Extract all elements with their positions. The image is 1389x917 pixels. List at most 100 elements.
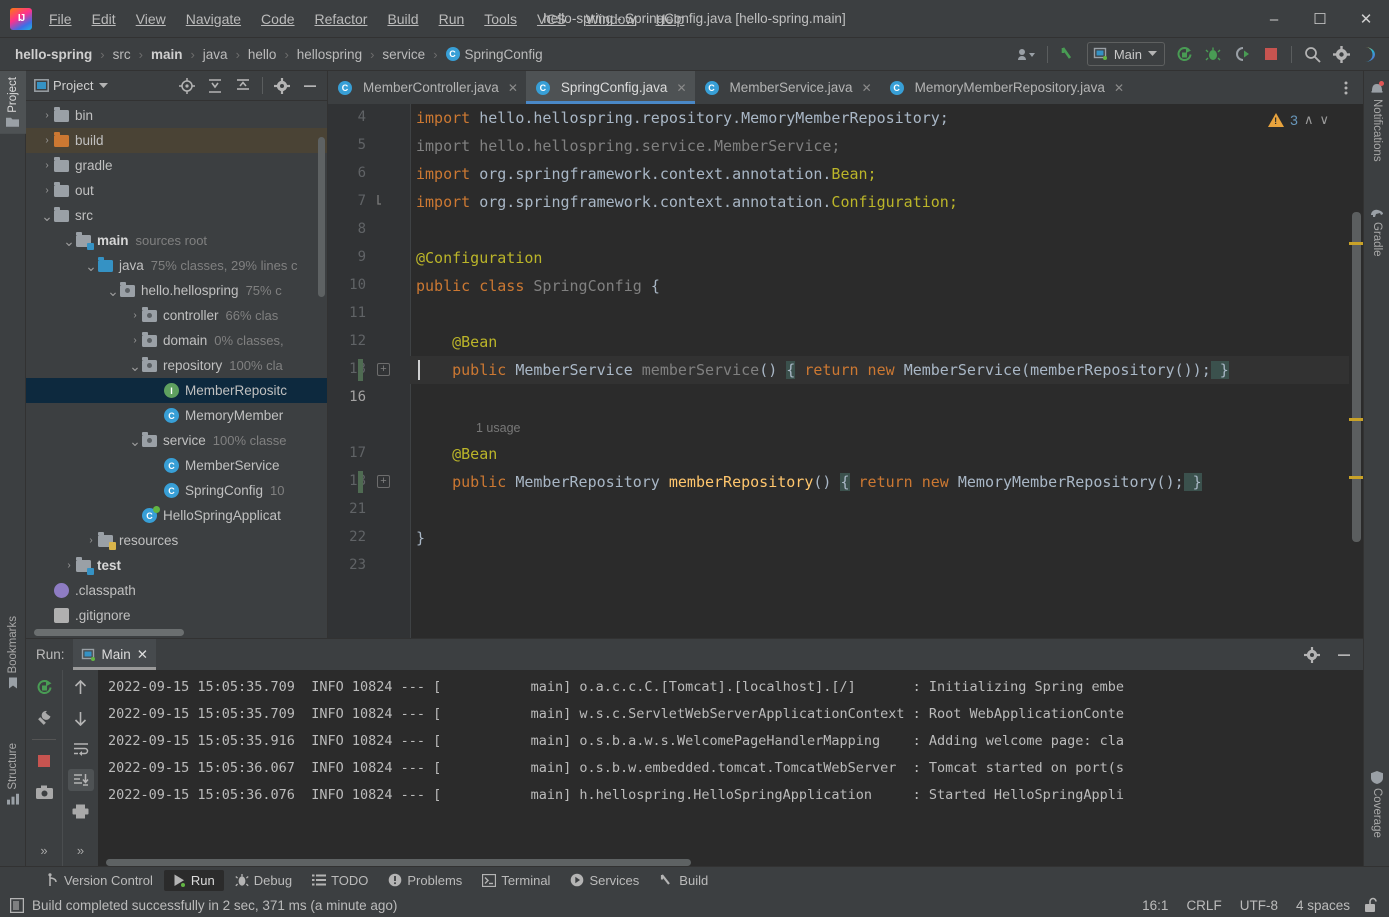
sidebar-item-coverage[interactable]: Coverage [1364,765,1389,844]
soft-wrap-icon[interactable] [68,738,94,760]
chevron-down-icon[interactable]: ⌄ [128,359,142,373]
editor-scrollbar-column[interactable] [1349,104,1363,638]
tree-vertical-scrollbar[interactable] [318,137,325,297]
run-tab-close-icon[interactable]: ✕ [137,647,148,663]
tree-horizontal-scrollbar[interactable] [34,629,184,636]
code-editor[interactable]: 45678910111213+161718+212223 import hell… [328,104,1363,638]
warning-marker[interactable] [1349,242,1363,245]
tree-row[interactable]: › bin [26,103,327,128]
tree-row[interactable]: ⌄ java 75% classes, 29% lines c [26,253,327,278]
chevron-down-icon[interactable]: ⌄ [62,234,76,248]
file-encoding[interactable]: UTF-8 [1240,898,1278,913]
menu-refactor[interactable]: Refactor [306,7,377,31]
code-content[interactable]: import hello.hellospring.repository.Memo… [410,104,1363,638]
tab-springconfig[interactable]: C SpringConfig.java ✕ [525,71,695,104]
user-avatar-icon[interactable] [1014,42,1040,66]
indent-setting[interactable]: 4 spaces [1296,898,1350,913]
toolwindow-version-control[interactable]: Version Control [38,870,162,891]
tree-row[interactable]: ⌄ repository 100% cla [26,353,327,378]
menu-run[interactable]: Run [430,7,474,31]
tree-row[interactable]: C SpringConfig 10 [26,478,327,503]
chevron-right-icon[interactable]: › [84,535,98,546]
settings-gear-icon[interactable] [1328,42,1354,66]
project-tree[interactable]: › bin › build › gradle › out ⌄ src ⌄ main sources ro… [26,101,327,638]
minimize-button[interactable]: – [1251,0,1297,38]
toolwindow-problems[interactable]: Problems [379,870,471,891]
code-line[interactable]: public MemberService memberService() { r… [416,356,1229,384]
menu-help[interactable]: Help [647,7,694,31]
tab-memberservice[interactable]: C MemberService.java ✕ [695,71,880,104]
menu-file[interactable]: File [40,7,81,31]
menu-tools[interactable]: Tools [475,7,526,31]
scroll-up-icon[interactable] [68,676,94,698]
previous-problem-icon[interactable]: ∧ [1304,112,1314,128]
toolwindow-run[interactable]: Run [163,869,224,891]
menu-navigate[interactable]: Navigate [177,7,250,31]
menu-edit[interactable]: Edit [83,7,125,31]
sidebar-item-structure[interactable]: Structure [0,737,26,811]
more-actions-icon[interactable]: » [31,839,57,861]
tab-more-options-icon[interactable] [1333,76,1359,100]
usage-hint[interactable]: 1 usage [476,414,520,442]
code-line[interactable]: import org.springframework.context.annot… [416,188,958,216]
run-icon[interactable] [1171,42,1197,66]
toolwindow-build[interactable]: Build [650,870,717,891]
ide-assistant-icon[interactable] [1357,42,1383,66]
tab-memorymemberrepository[interactable]: C MemoryMemberRepository.java ✕ [880,71,1132,104]
fold-expand-icon[interactable]: + [377,363,390,376]
hide-panel-icon[interactable] [297,74,323,98]
toolwindow-terminal[interactable]: Terminal [473,870,559,891]
fold-expand-icon[interactable]: + [377,475,390,488]
tree-row[interactable]: › out [26,178,327,203]
search-everywhere-icon[interactable] [1299,42,1325,66]
sidebar-item-notifications[interactable]: Notifications [1364,75,1389,168]
camera-snapshot-icon[interactable] [31,781,57,803]
tab-close-icon[interactable]: ✕ [508,81,518,95]
next-problem-icon[interactable]: ∨ [1319,112,1329,128]
expand-all-icon[interactable] [202,74,228,98]
stop-icon[interactable] [31,750,57,772]
chevron-down-icon[interactable]: ⌄ [40,209,54,223]
tree-row[interactable]: C HelloSpringApplicat [26,503,327,528]
line-separator[interactable]: CRLF [1186,898,1221,913]
menu-code[interactable]: Code [252,7,303,31]
hide-panel-icon[interactable] [1331,643,1357,667]
tree-row[interactable]: › test [26,553,327,578]
event-log-icon[interactable] [10,897,24,913]
maximize-button[interactable]: ☐ [1297,0,1343,38]
warning-marker[interactable] [1349,418,1363,421]
stop-icon[interactable] [1258,42,1284,66]
caret-position[interactable]: 16:1 [1142,898,1168,913]
settings-gear-icon[interactable] [269,74,295,98]
code-line[interactable]: @Bean [416,440,497,468]
run-tab-main[interactable]: Main ✕ [72,639,157,670]
scroll-down-icon[interactable] [68,707,94,729]
tree-row[interactable]: ⌄ service 100% classe [26,428,327,453]
settings-gear-icon[interactable] [1299,643,1325,667]
collapse-all-icon[interactable] [230,74,256,98]
breadcrumb-java[interactable]: java [200,47,231,62]
chevron-down-icon[interactable]: ⌄ [84,259,98,273]
chevron-right-icon[interactable]: › [128,335,142,346]
tree-row[interactable]: › gradle [26,153,327,178]
code-line[interactable]: public class SpringConfig { [416,272,660,300]
run-coverage-icon[interactable] [1229,42,1255,66]
code-line[interactable]: @Bean [416,328,497,356]
code-line[interactable]: @Configuration [416,244,542,272]
toolwindow-todo[interactable]: TODO [303,870,377,891]
run-configuration-selector[interactable]: Main [1086,42,1165,66]
breadcrumb-springconfig[interactable]: C SpringConfig [443,47,546,62]
scroll-to-end-icon[interactable] [67,769,94,791]
code-line[interactable]: } [416,524,425,552]
breadcrumb-hello[interactable]: hello [245,47,280,62]
chevron-down-icon[interactable] [99,82,109,89]
inspection-widget[interactable]: 3 ∧ ∨ [1268,112,1329,128]
tab-close-icon[interactable]: ✕ [676,81,686,95]
select-opened-file-icon[interactable] [174,74,200,98]
chevron-down-icon[interactable]: ⌄ [106,284,120,298]
print-icon[interactable] [68,800,94,822]
rerun-icon[interactable] [31,676,57,698]
tab-close-icon[interactable]: ✕ [1114,81,1124,95]
breadcrumb-main[interactable]: main [148,47,186,62]
console-horizontal-scrollbar[interactable] [98,858,1363,866]
